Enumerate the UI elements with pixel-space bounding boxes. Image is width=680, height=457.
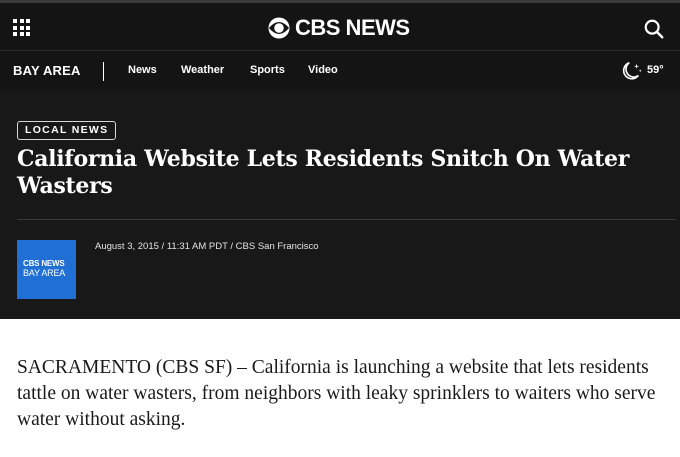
divider — [17, 219, 676, 220]
category-badge[interactable]: LOCAL NEWS — [17, 121, 117, 140]
search-icon[interactable] — [643, 18, 665, 40]
nav-item-video[interactable]: Video — [308, 64, 338, 76]
article-header: LOCAL NEWS California Website Lets Resid… — [0, 91, 680, 319]
temperature[interactable]: 59° — [647, 64, 664, 76]
top-header: CBS NEWS — [0, 0, 680, 50]
source-logo-line1: CBS NEWS — [23, 259, 65, 268]
nav-item-news[interactable]: News — [128, 64, 157, 76]
moon-stars-icon[interactable] — [621, 61, 643, 81]
brand-name: CBS NEWS — [295, 15, 410, 40]
article-body: SACRAMENTO (CBS SF) – California is laun… — [17, 357, 656, 430]
nav-item-weather[interactable]: Weather — [181, 64, 224, 76]
grid-menu-icon[interactable] — [13, 19, 30, 36]
source-logo[interactable]: CBS NEWS BAY AREA — [17, 240, 76, 299]
cbs-news-logo[interactable]: CBS NEWS — [268, 15, 410, 41]
source-logo-line2: BAY AREA — [23, 268, 66, 278]
nav-divider — [103, 62, 104, 81]
article-meta: August 3, 2015 / 11:31 AM PDT / CBS San … — [95, 241, 319, 252]
section-nav: BAY AREA News Weather Sports Video 59° — [0, 50, 680, 91]
article-headline: California Website Lets Residents Snitch… — [17, 146, 629, 199]
cbs-eye-icon — [268, 17, 290, 39]
region-label[interactable]: BAY AREA — [13, 63, 81, 78]
nav-item-sports[interactable]: Sports — [250, 64, 285, 76]
